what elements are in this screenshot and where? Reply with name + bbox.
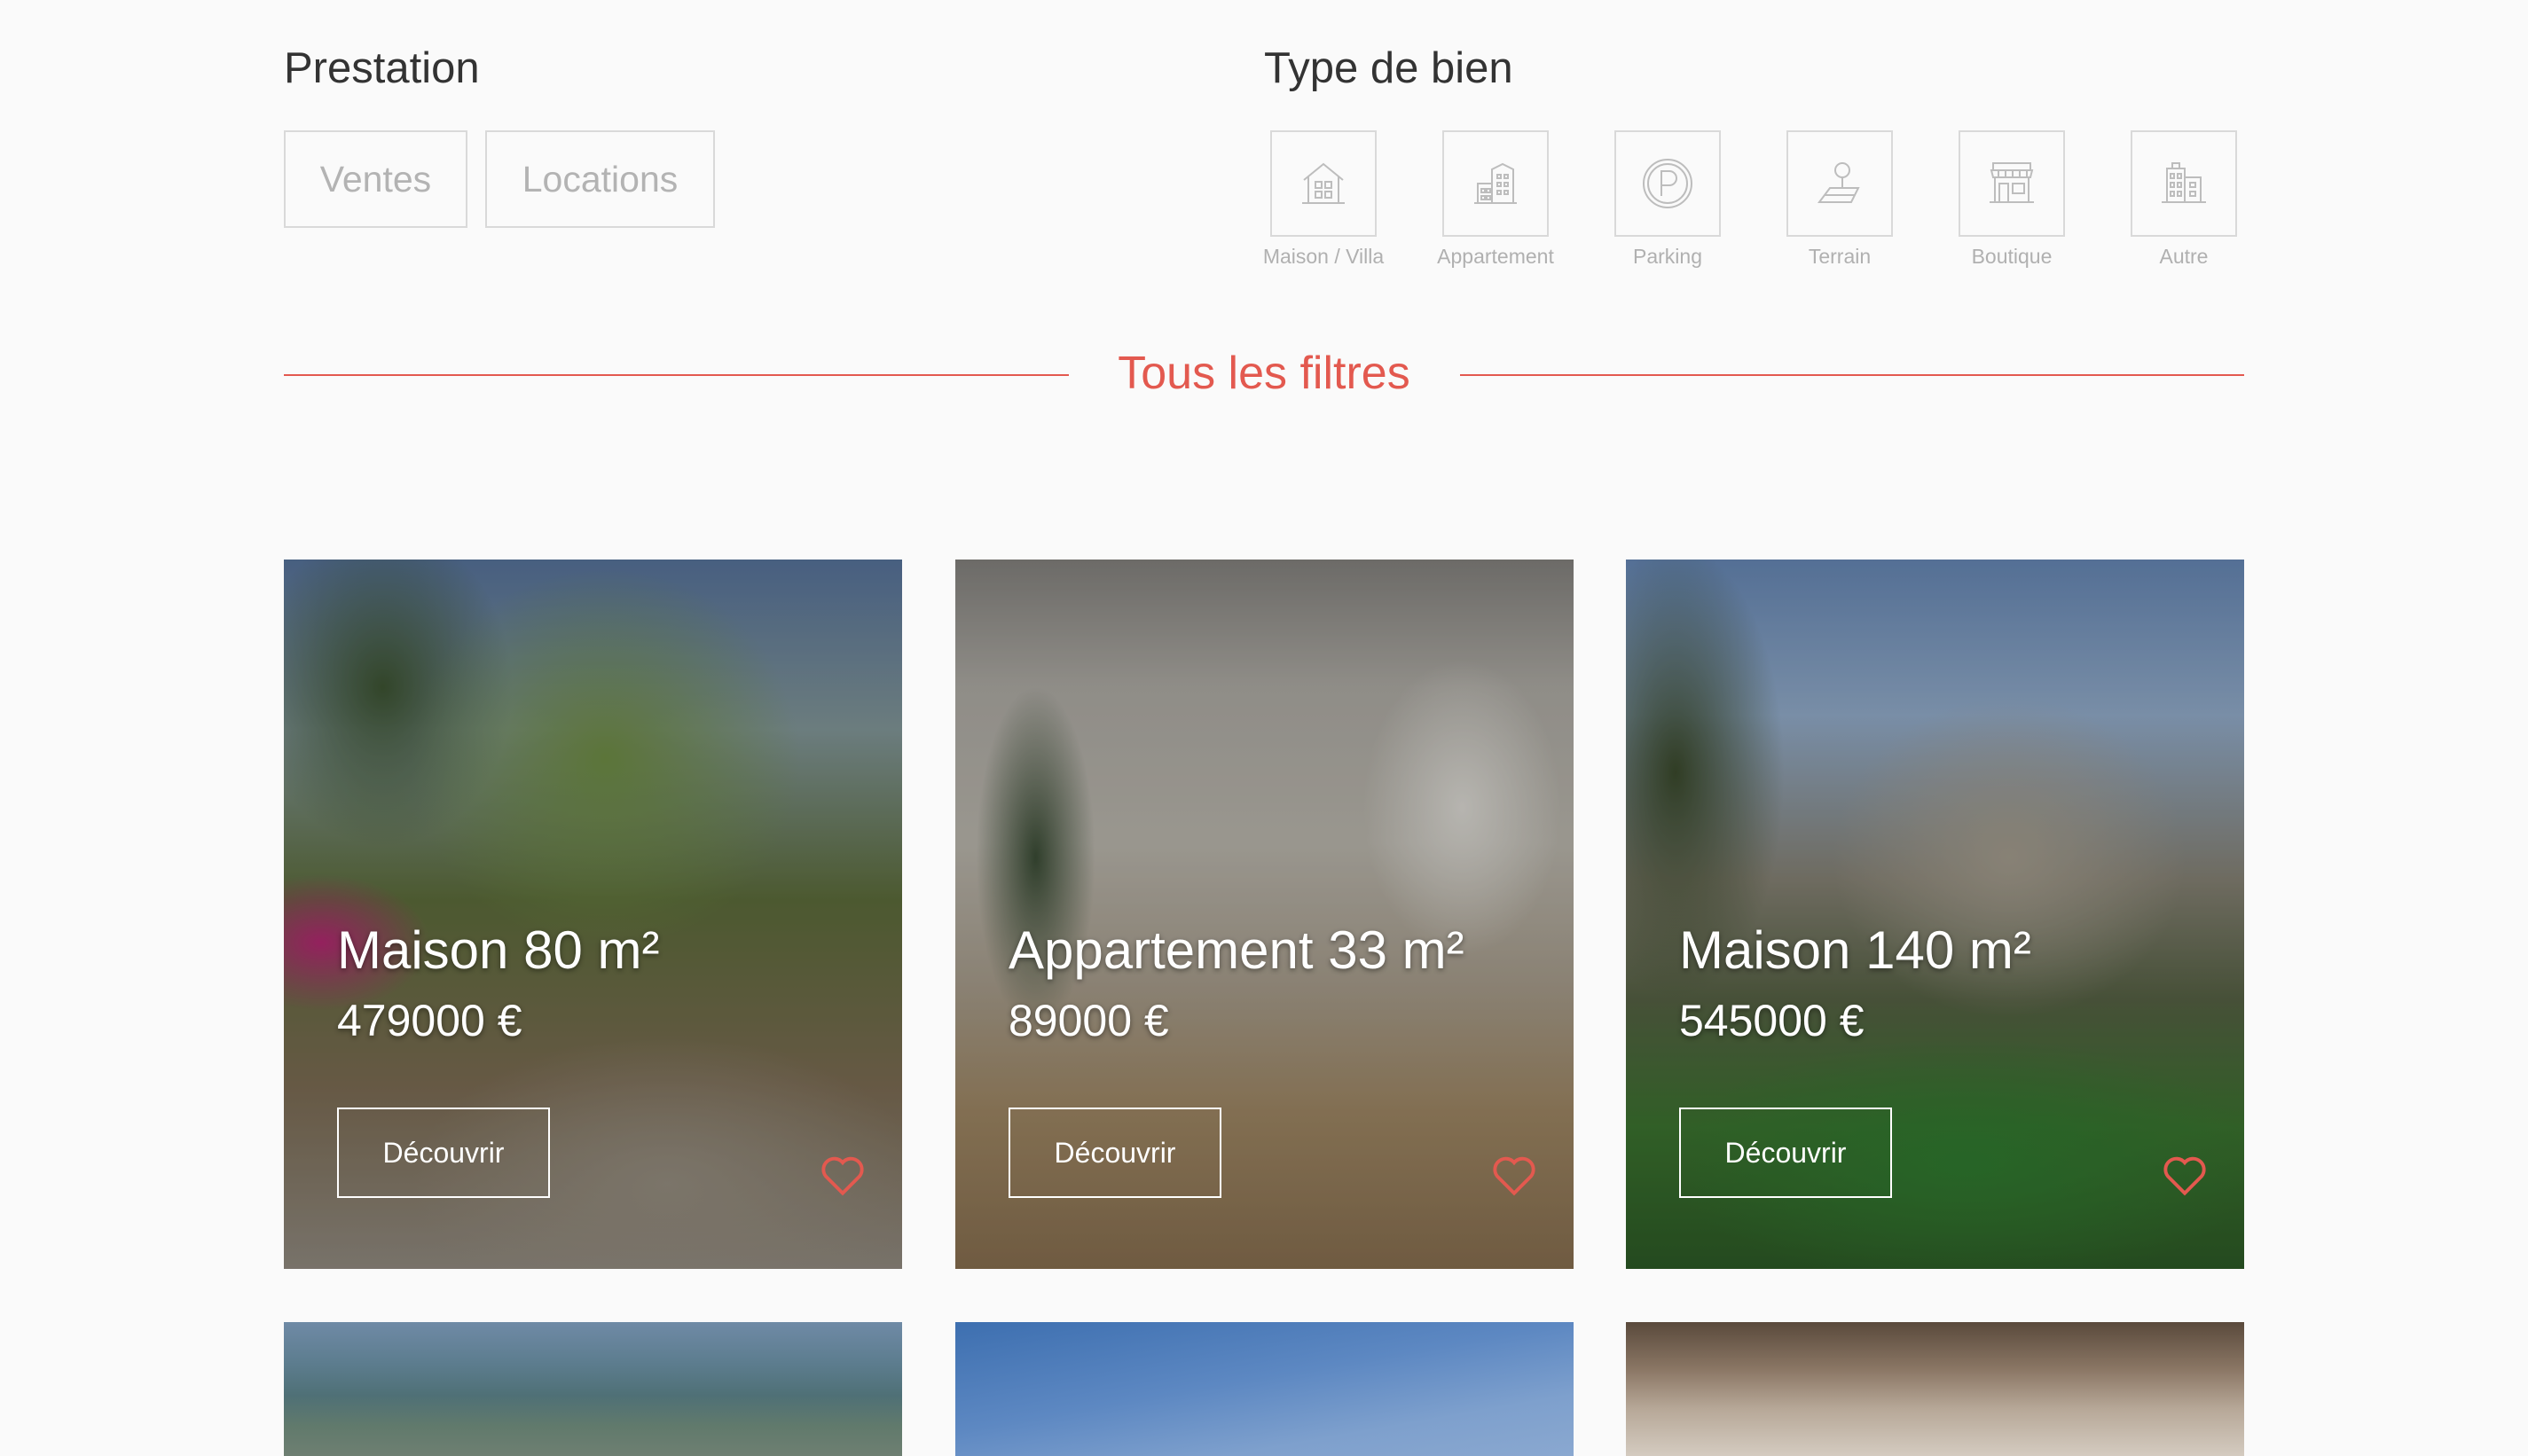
listing-title: Appartement 33 m² <box>1009 920 1464 980</box>
type-tile-parking[interactable]: Parking <box>1614 130 1721 268</box>
listing-title: Maison 80 m² <box>337 920 660 980</box>
type-tile-autre[interactable]: Autre <box>2131 130 2237 268</box>
apartment-building-icon <box>1474 162 1517 204</box>
heart-icon[interactable] <box>820 1154 866 1196</box>
type-label-parking: Parking <box>1633 245 1702 268</box>
type-label-appartement: Appartement <box>1437 245 1554 268</box>
other-building-icon <box>2162 162 2206 203</box>
type-tile-appartement[interactable]: Appartement <box>1437 130 1554 268</box>
listing-price: 479000 € <box>337 996 522 1045</box>
listing-title: Maison 140 m² <box>1679 920 2031 980</box>
ventes-button[interactable]: Ventes <box>284 130 467 228</box>
listing-price: 89000 € <box>1009 996 1169 1045</box>
locations-button[interactable]: Locations <box>485 130 715 228</box>
all-filters-link[interactable]: Tous les filtres <box>1067 341 1461 405</box>
land-icon <box>1817 162 1860 203</box>
listing-photo <box>955 1322 1574 1456</box>
type-label-terrain: Terrain <box>1808 245 1872 268</box>
type-tile-terrain[interactable]: Terrain <box>1786 130 1893 268</box>
heart-icon[interactable] <box>2162 1154 2208 1196</box>
prestation-heading: Prestation <box>284 44 480 92</box>
type-label-autre: Autre <box>2159 245 2209 268</box>
divider-right <box>1460 374 2244 376</box>
type-tile-boutique[interactable]: Boutique <box>1959 130 2065 268</box>
listing-card[interactable]: Maison 140 m² 545000 € Découvrir <box>1626 560 2244 1269</box>
type-tile-maison-villa[interactable]: Maison / Villa <box>1263 130 1384 268</box>
divider-left <box>284 374 1069 376</box>
listing-card[interactable] <box>284 1322 902 1456</box>
listing-card[interactable]: Maison 80 m² 479000 € Découvrir <box>284 560 902 1269</box>
type-label-boutique: Boutique <box>1971 245 2053 268</box>
listing-price: 545000 € <box>1679 996 1865 1045</box>
property-type-heading: Type de bien <box>1264 44 1513 92</box>
type-label-maison-villa: Maison / Villa <box>1262 245 1385 268</box>
shop-icon <box>1990 162 2034 203</box>
listing-card[interactable] <box>955 1322 1574 1456</box>
parking-icon <box>1643 159 1692 208</box>
discover-button[interactable]: Découvrir <box>1009 1108 1221 1198</box>
listing-photo <box>284 1322 902 1456</box>
heart-icon[interactable] <box>1491 1154 1537 1196</box>
house-icon <box>1302 162 1345 204</box>
listing-photo <box>1626 1322 2244 1456</box>
discover-button[interactable]: Découvrir <box>1679 1108 1892 1198</box>
listing-card[interactable] <box>1626 1322 2244 1456</box>
listing-card[interactable]: Appartement 33 m² 89000 € Découvrir <box>955 560 1574 1269</box>
discover-button[interactable]: Découvrir <box>337 1108 550 1198</box>
